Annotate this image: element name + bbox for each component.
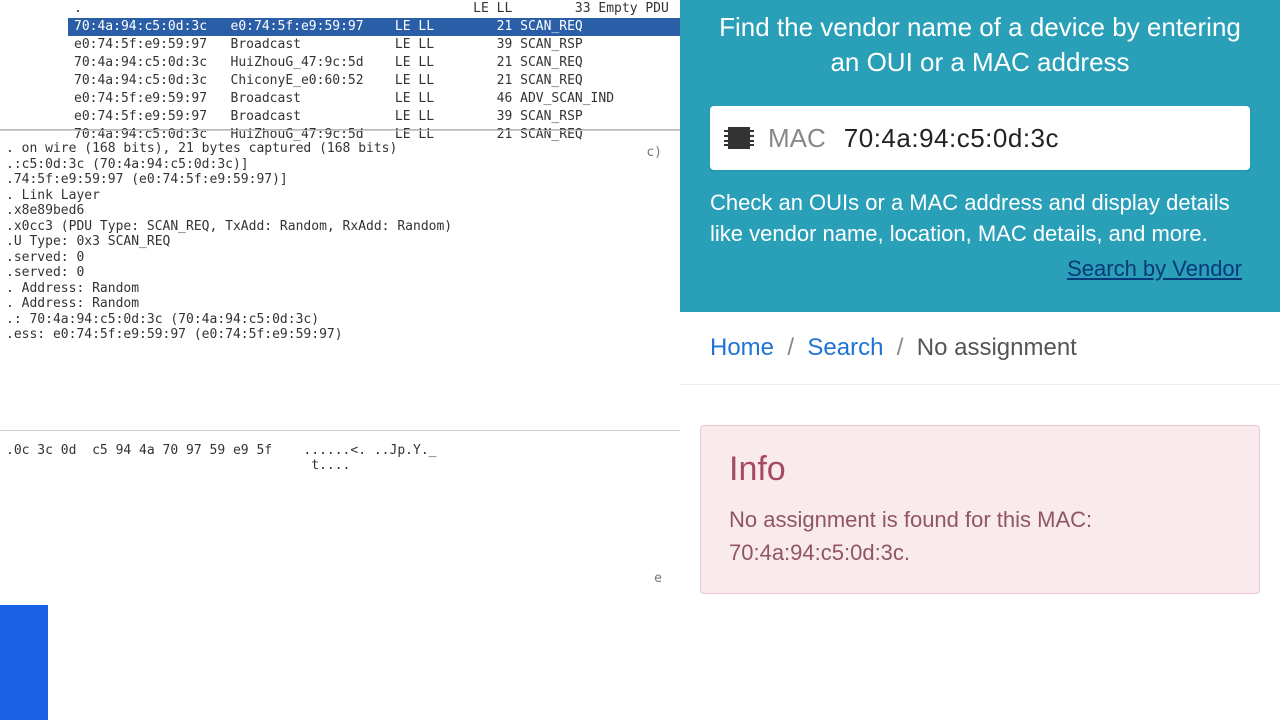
hex-line: t.... xyxy=(6,458,674,473)
detail-line: . Address: Random xyxy=(6,281,674,297)
detail-line: .served: 0 xyxy=(6,250,674,266)
info-title: Info xyxy=(729,450,1231,489)
hero-title: Find the vendor name of a device by ente… xyxy=(710,10,1250,80)
packet-row[interactable]: . LE LL 33 Empty PDU xyxy=(68,0,680,18)
info-body: No assignment is found for this MAC: 70:… xyxy=(729,503,1231,569)
packet-row[interactable]: 70:4a:94:c5:0d:3c ChiconyE_e0:60:52 LE L… xyxy=(68,72,680,90)
detail-line: .x0cc3 (PDU Type: SCAN_REQ, TxAdd: Rando… xyxy=(6,219,674,235)
search-by-vendor-link[interactable]: Search by Vendor xyxy=(710,256,1250,282)
packet-row[interactable]: e0:74:5f:e9:59:97 Broadcast LE LL 46 ADV… xyxy=(68,90,680,108)
packet-row[interactable]: e0:74:5f:e9:59:97 Broadcast LE LL 39 SCA… xyxy=(68,108,680,126)
hex-line: .0c 3c 0d c5 94 4a 70 97 59 e9 5f ......… xyxy=(6,443,674,458)
breadcrumb-sep: / xyxy=(890,334,917,361)
breadcrumb-search[interactable]: Search xyxy=(807,334,883,361)
breadcrumb-sep: / xyxy=(781,334,808,361)
mac-lookup-page: Find the vendor name of a device by ente… xyxy=(680,0,1280,720)
packet-analyzer: . LE LL 33 Empty PDU 70:4a:94:c5:0d:3c e… xyxy=(0,0,680,720)
breadcrumb-current: No assignment xyxy=(917,334,1077,361)
packet-row[interactable]: 70:4a:94:c5:0d:3c HuiZhouG_47:9c:5d LE L… xyxy=(68,54,680,72)
mac-search-input[interactable]: 70:4a:94:c5:0d:3c xyxy=(844,123,1059,154)
detail-line: .x8e89bed6 xyxy=(6,203,674,219)
hero-subtitle: Check an OUIs or a MAC address and displ… xyxy=(710,188,1250,250)
chip-icon xyxy=(728,127,750,149)
mac-search-bar[interactable]: MAC 70:4a:94:c5:0d:3c xyxy=(710,106,1250,170)
detail-line: . Link Layer xyxy=(6,188,674,204)
hex-pane[interactable]: .0c 3c 0d c5 94 4a 70 97 59 e9 5f ......… xyxy=(0,430,680,720)
detail-line: .served: 0 xyxy=(6,265,674,281)
breadcrumb-home[interactable]: Home xyxy=(710,334,774,361)
packet-row[interactable]: e0:74:5f:e9:59:97 Broadcast LE LL 39 SCA… xyxy=(68,36,680,54)
detail-line: .ess: e0:74:5f:e9:59:97 (e0:74:5f:e9:59:… xyxy=(6,327,674,343)
packet-row-selected[interactable]: 70:4a:94:c5:0d:3c e0:74:5f:e9:59:97 LE L… xyxy=(68,18,680,36)
detail-line: .U Type: 0x3 SCAN_REQ xyxy=(6,234,674,250)
detail-line: .: 70:4a:94:c5:0d:3c (70:4a:94:c5:0d:3c) xyxy=(6,312,674,328)
detail-line: . Address: Random xyxy=(6,296,674,312)
detail-line: .74:5f:e9:59:97 (e0:74:5f:e9:59:97)] xyxy=(6,172,674,188)
info-card: Info No assignment is found for this MAC… xyxy=(700,425,1260,594)
aux-text: e xyxy=(654,571,662,586)
packet-list[interactable]: . LE LL 33 Empty PDU 70:4a:94:c5:0d:3c e… xyxy=(0,0,680,130)
mac-label: MAC xyxy=(768,123,826,154)
detail-line: . on wire (168 bits), 21 bytes captured … xyxy=(6,141,674,157)
packet-detail-pane[interactable]: c) . on wire (168 bits), 21 bytes captur… xyxy=(0,130,680,430)
aux-text: c) xyxy=(646,145,662,161)
hero: Find the vendor name of a device by ente… xyxy=(680,0,1280,312)
blue-strip xyxy=(0,605,48,720)
detail-line: .:c5:0d:3c (70:4a:94:c5:0d:3c)] xyxy=(6,157,674,173)
breadcrumb: Home / Search / No assignment xyxy=(680,312,1280,385)
root: . LE LL 33 Empty PDU 70:4a:94:c5:0d:3c e… xyxy=(0,0,1280,720)
